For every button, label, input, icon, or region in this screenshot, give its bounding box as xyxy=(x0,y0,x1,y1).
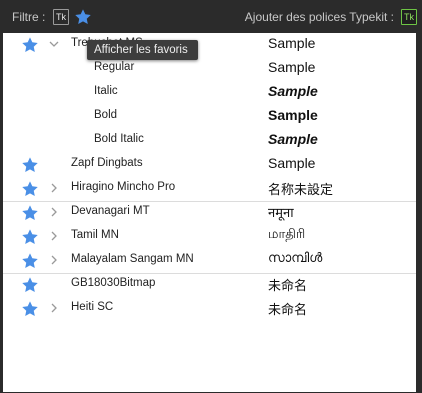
chevron-right-icon[interactable] xyxy=(49,206,59,218)
font-family-row[interactable]: Malayalam Sangam MN സാമ്പിൾ xyxy=(3,249,416,273)
favorite-star-icon[interactable] xyxy=(21,228,39,246)
font-family-row[interactable]: Hiragino Mincho Pro 名称未設定 xyxy=(3,177,416,201)
font-name: Zapf Dingbats xyxy=(71,157,143,169)
font-sample: സാമ്പിൾ xyxy=(268,251,323,266)
font-sample: 未命名 xyxy=(268,279,308,294)
font-name: Italic xyxy=(94,85,118,97)
font-name: Bold xyxy=(94,109,118,121)
font-family-row[interactable]: Tamil MN மாதிரி xyxy=(3,225,416,249)
font-family-row[interactable]: GB18030Bitmap 未命名 xyxy=(3,273,416,297)
font-sample: Sample xyxy=(268,59,316,75)
filter-toolbar: Filtre : Tk Ajouter des polices Typekit … xyxy=(0,0,422,33)
font-family-row[interactable]: Trebuchet MSSample xyxy=(3,33,416,57)
filter-label: Filtre : xyxy=(12,10,46,24)
font-sample: 未命名 xyxy=(268,303,308,318)
font-family-row[interactable]: Heiti SC 未命名 xyxy=(3,297,416,321)
font-name: Bold Italic xyxy=(94,133,144,145)
font-panel: Filtre : Tk Ajouter des polices Typekit … xyxy=(0,0,422,393)
font-list: Trebuchet MSSample Regular Sample Italic Sam… xyxy=(3,33,416,392)
favorite-star-icon[interactable] xyxy=(21,180,39,198)
favorite-star-icon[interactable] xyxy=(21,204,39,222)
favorite-star-icon[interactable] xyxy=(21,36,39,54)
favorite-star-icon[interactable] xyxy=(21,300,39,318)
typekit-filter-icon[interactable]: Tk xyxy=(53,9,69,25)
font-name: Tamil MN xyxy=(71,229,119,241)
font-sample: Sample xyxy=(268,131,318,147)
font-sample: Sample xyxy=(268,155,316,171)
font-style-row[interactable]: Regular Sample xyxy=(3,57,416,81)
chevron-right-icon[interactable] xyxy=(49,254,59,266)
favorites-tooltip: Afficher les favoris xyxy=(87,40,198,60)
font-sample: மாதிரி xyxy=(268,227,306,242)
chevron-right-icon[interactable] xyxy=(49,302,59,314)
font-style-row[interactable]: Italic Sample xyxy=(3,81,416,105)
favorite-star-icon[interactable] xyxy=(21,156,39,174)
font-sample: Sample xyxy=(268,35,316,51)
chevron-right-icon[interactable] xyxy=(49,182,59,194)
font-style-row[interactable]: Bold Italic Sample xyxy=(3,129,416,153)
font-sample: Sample xyxy=(268,83,318,99)
font-family-row[interactable]: Zapf Dingbats Sample xyxy=(3,153,416,177)
font-name: GB18030Bitmap xyxy=(71,277,156,289)
favorites-filter-star-icon[interactable] xyxy=(74,8,92,26)
chevron-right-icon[interactable] xyxy=(49,230,59,242)
font-family-row[interactable]: Devanagari MT नमूना xyxy=(3,201,416,225)
chevron-down-icon[interactable] xyxy=(49,38,59,50)
font-name: Malayalam Sangam MN xyxy=(71,253,194,265)
favorite-star-icon[interactable] xyxy=(21,252,39,270)
font-sample: Sample xyxy=(268,107,318,123)
add-typekit-fonts-label: Ajouter des polices Typekit : xyxy=(244,10,394,24)
panel-edge xyxy=(416,33,422,393)
font-sample: 名称未設定 xyxy=(268,183,334,198)
add-typekit-fonts-icon[interactable]: Tk xyxy=(401,9,417,25)
font-sample: नमूना xyxy=(268,206,294,221)
font-name: Hiragino Mincho Pro xyxy=(71,181,176,193)
font-name: Regular xyxy=(94,61,135,73)
favorite-star-icon[interactable] xyxy=(21,276,39,294)
font-style-row[interactable]: Bold Sample xyxy=(3,105,416,129)
font-name: Heiti SC xyxy=(71,301,114,313)
font-name: Devanagari MT xyxy=(71,205,150,217)
